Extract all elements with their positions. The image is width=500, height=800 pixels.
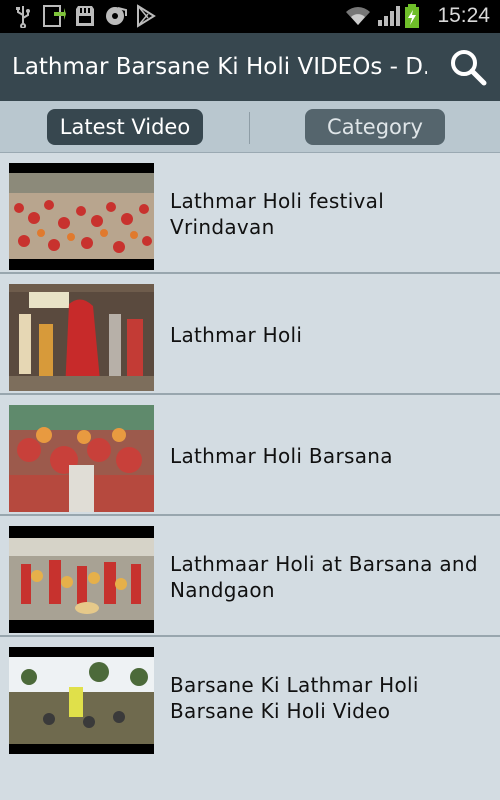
app-bar: Lathmar Barsane Ki Holi VIDEOs - D... bbox=[0, 33, 500, 101]
tab-divider bbox=[249, 112, 250, 144]
battery-charging-icon bbox=[405, 4, 419, 28]
list-item[interactable]: Lathmar Holi bbox=[0, 274, 500, 395]
video-thumbnail bbox=[9, 526, 154, 633]
video-thumbnail bbox=[9, 647, 154, 754]
list-item[interactable]: Lathmar Holi Barsana bbox=[0, 395, 500, 516]
video-title: Lathmar Holi festival Vrindavan bbox=[170, 188, 385, 239]
video-thumbnail bbox=[9, 284, 154, 391]
list-item[interactable]: Lathmaar Holi at Barsana and Nandgaon bbox=[0, 516, 500, 637]
tab-bar: Latest Video Category bbox=[0, 101, 500, 153]
page-title: Lathmar Barsane Ki Holi VIDEOs - D... bbox=[12, 54, 427, 80]
play-store-icon bbox=[137, 4, 156, 28]
video-title: Barsane Ki Lathmar Holi Barsane Ki Holi … bbox=[170, 672, 419, 723]
video-thumbnail bbox=[9, 405, 154, 512]
tab-category[interactable]: Category bbox=[305, 109, 445, 145]
media-icon bbox=[106, 7, 127, 25]
download-icon bbox=[43, 5, 66, 27]
sd-card-icon bbox=[76, 6, 94, 26]
tab-latest-video[interactable]: Latest Video bbox=[47, 109, 203, 145]
status-time: 15:24 bbox=[437, 4, 490, 27]
video-title: Lathmaar Holi at Barsana and Nandgaon bbox=[170, 551, 478, 602]
list-item[interactable]: Lathmar Holi festival Vrindavan bbox=[0, 153, 500, 274]
video-thumbnail bbox=[9, 163, 154, 270]
status-bar: 15:24 bbox=[0, 0, 500, 33]
video-list: Lathmar Holi festival Vrindavan Lathmar … bbox=[0, 153, 500, 758]
wifi-icon bbox=[346, 7, 370, 25]
video-title: Lathmar Holi Barsana bbox=[170, 443, 393, 468]
signal-icon bbox=[378, 6, 400, 26]
search-icon[interactable] bbox=[446, 45, 490, 89]
usb-icon bbox=[16, 6, 30, 28]
list-item[interactable]: Barsane Ki Lathmar Holi Barsane Ki Holi … bbox=[0, 637, 500, 758]
video-title: Lathmar Holi bbox=[170, 322, 303, 347]
